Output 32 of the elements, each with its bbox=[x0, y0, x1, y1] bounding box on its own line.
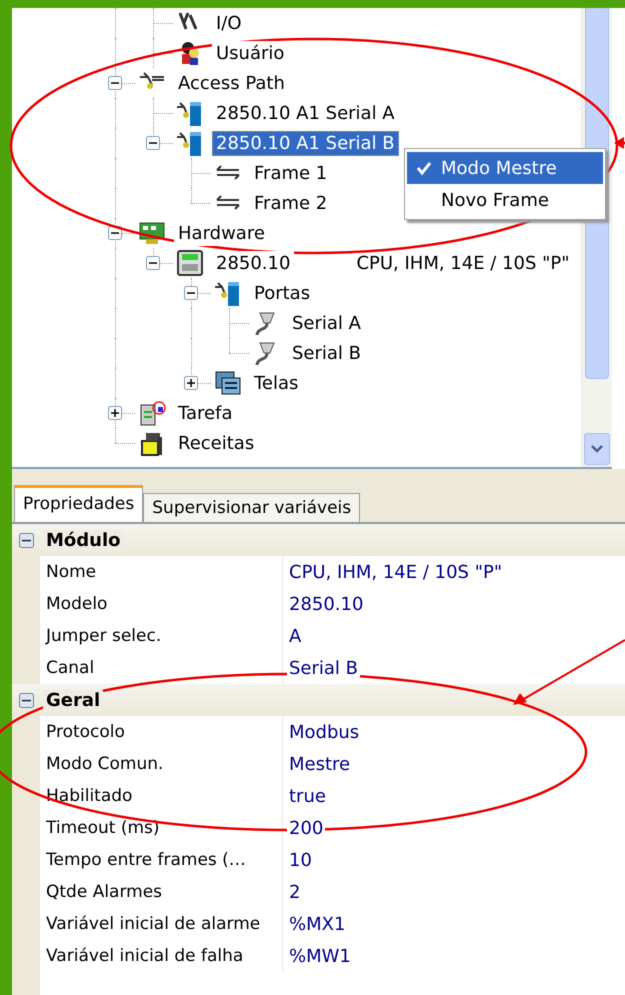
category-heading: Geral bbox=[43, 690, 104, 710]
expander-icon[interactable] bbox=[146, 256, 160, 270]
property-name: Protocolo bbox=[40, 716, 283, 748]
property-name: Jumper selec. bbox=[40, 620, 283, 652]
property-name: Variável inicial de falha bbox=[40, 940, 283, 972]
expander-icon[interactable] bbox=[108, 76, 122, 90]
property-name: Variável inicial de alarme bbox=[40, 908, 283, 940]
expander-icon[interactable] bbox=[108, 226, 122, 240]
chevron-down-icon bbox=[590, 444, 604, 454]
property-name: Modo Comun. bbox=[40, 748, 283, 780]
category-heading: Módulo bbox=[43, 530, 124, 550]
property-name: Timeout (ms) bbox=[40, 812, 283, 844]
windows-icon bbox=[214, 369, 242, 397]
menu-item[interactable]: Novo Frame bbox=[407, 184, 603, 216]
annotation-arrow bbox=[614, 137, 625, 149]
property-name: Modelo bbox=[40, 588, 283, 620]
expander-icon[interactable] bbox=[184, 286, 198, 300]
collapse-icon[interactable] bbox=[18, 692, 34, 708]
property-name: Tempo entre frames (… bbox=[40, 844, 283, 876]
expander-icon[interactable] bbox=[146, 136, 160, 150]
menu-item[interactable]: Modo Mestre bbox=[407, 152, 603, 184]
tab[interactable]: Supervisionar variáveis bbox=[143, 493, 360, 522]
property-name: Qtde Alarmes bbox=[40, 876, 283, 908]
expander-icon[interactable] bbox=[108, 406, 122, 420]
tree-item[interactable]: 2850.10 A1 Serial B bbox=[212, 130, 399, 156]
property-name: Habilitado bbox=[40, 780, 283, 812]
expander-icon[interactable] bbox=[184, 376, 198, 390]
property-value[interactable]: Serial B bbox=[287, 658, 360, 678]
tab[interactable]: Propriedades bbox=[14, 485, 144, 522]
collapse-icon[interactable] bbox=[18, 532, 34, 548]
property-name: Nome bbox=[40, 556, 283, 588]
scroll-down-button[interactable] bbox=[584, 433, 610, 465]
